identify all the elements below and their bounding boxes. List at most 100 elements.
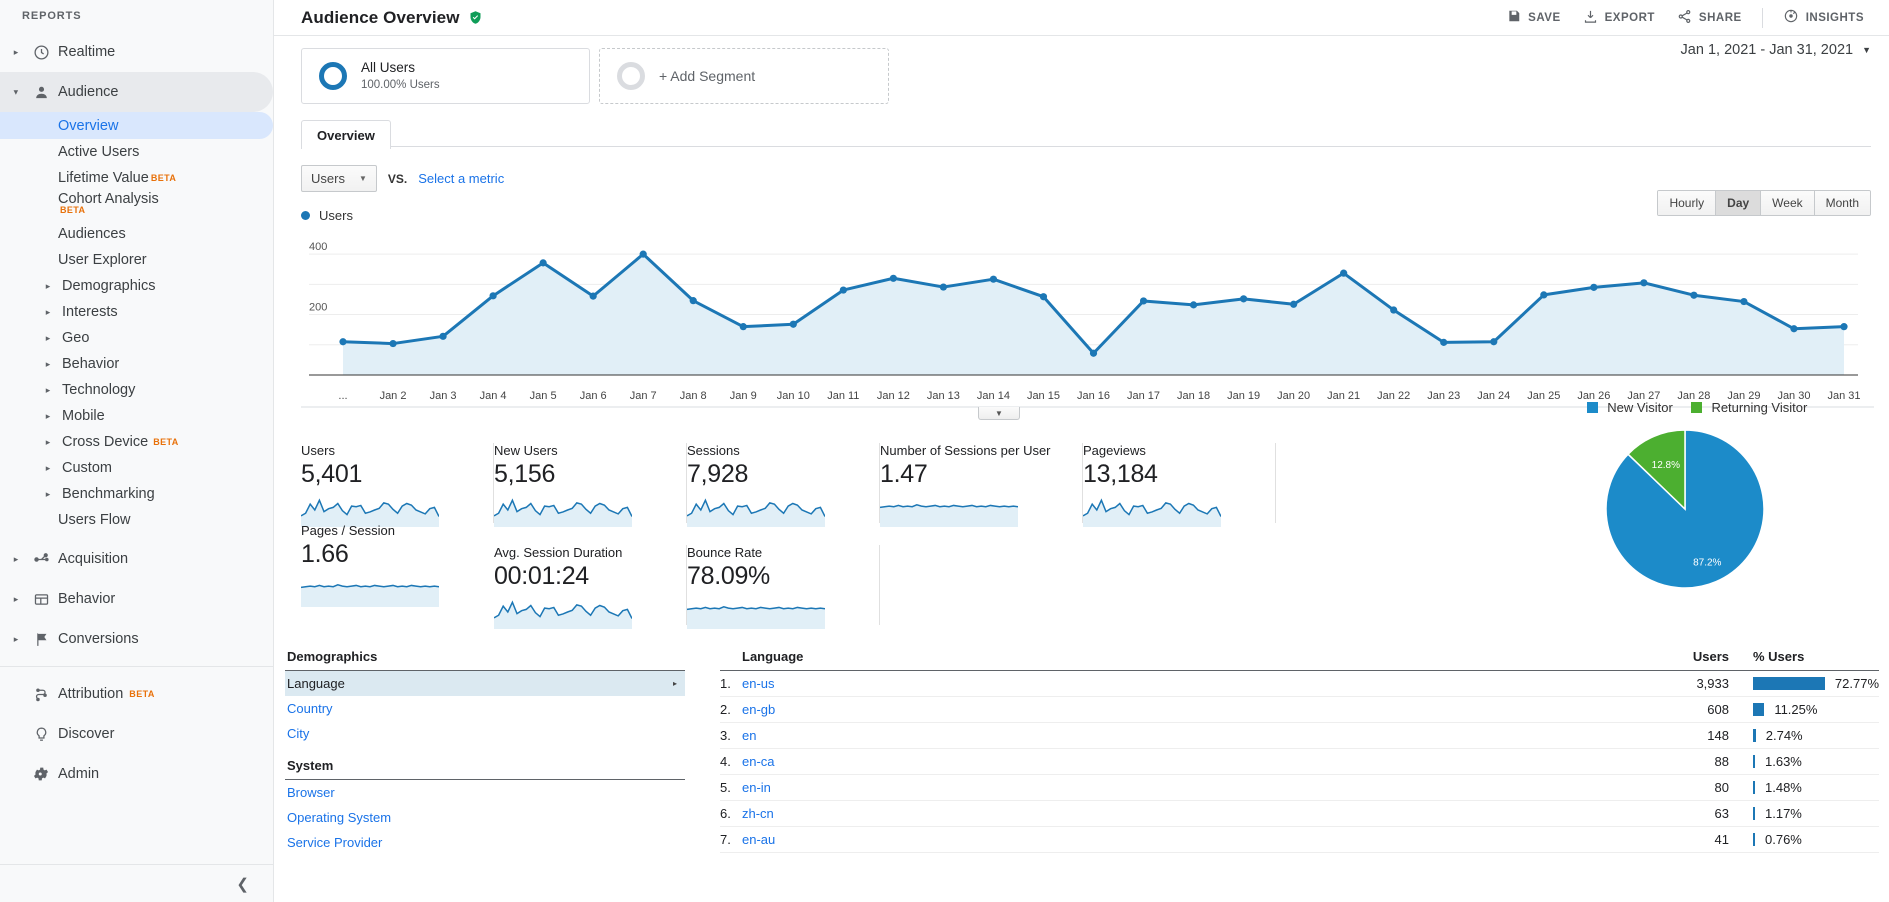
pie-legend-new-visitor[interactable]: New Visitor	[1586, 400, 1673, 415]
metric-value: 00:01:24	[494, 562, 589, 590]
sidebar-item-behavior-top[interactable]: ▸ Behavior	[0, 579, 273, 619]
sidebar-item-conversions[interactable]: ▸ Conversions	[0, 619, 273, 659]
sidebar-item-label: Users Flow	[58, 512, 131, 528]
row-language-link[interactable]: en-ca	[742, 754, 775, 769]
sidebar-item-custom[interactable]: ▸ Custom	[0, 455, 273, 481]
metric-card-users[interactable]: Users 5,401	[300, 443, 494, 527]
sidebar-item-overview[interactable]: Overview	[0, 112, 273, 139]
sidebar-item-label: Behavior	[58, 591, 116, 607]
sidebar-item-interests[interactable]: ▸ Interests	[0, 299, 273, 325]
gear-icon	[24, 765, 58, 783]
table-row[interactable]: 7. en-au 41 0.76%	[720, 827, 1879, 853]
save-icon	[1507, 9, 1521, 26]
row-language[interactable]: en-us	[742, 676, 1637, 691]
metric-card-bounce-rate[interactable]: Bounce Rate 78.09%	[686, 545, 880, 629]
chart-resize-handle[interactable]: ▼	[978, 407, 1020, 420]
sidebar-item-cross-device[interactable]: ▸ Cross Device BETA	[0, 429, 273, 455]
row-language[interactable]: en-au	[742, 832, 1637, 847]
segment-all-users[interactable]: All Users 100.00% Users	[301, 48, 590, 104]
insights-button[interactable]: INSIGHTS	[1774, 2, 1873, 33]
row-language-link[interactable]: en-in	[742, 780, 771, 795]
sidebar-item-mobile[interactable]: ▸ Mobile	[0, 403, 273, 429]
table-row[interactable]: 3. en 148 2.74%	[720, 723, 1879, 749]
sidebar: REPORTS ▸ Realtime ▸ Audience Overview A…	[0, 0, 274, 902]
share-button[interactable]: SHARE	[1668, 3, 1751, 33]
new-vs-returning-pie: New Visitor Returning Visitor 87.2% 12.8%	[1527, 400, 1867, 601]
metric-card-new-users[interactable]: New Users 5,156	[493, 443, 687, 527]
metric-label: Sessions	[687, 443, 740, 458]
row-language-link[interactable]: en-au	[742, 832, 775, 847]
bottom-panels: Demographics Language ▸ Country City Sys…	[274, 645, 1889, 855]
metric-card-pageviews[interactable]: Pageviews 13,184	[1082, 443, 1276, 527]
date-range-picker[interactable]: Jan 1, 2021 - Jan 31, 2021 ▼	[1681, 42, 1871, 58]
dimension-label: Language	[287, 676, 345, 691]
dimension-row-service-provider[interactable]: Service Provider	[285, 830, 685, 855]
sidebar-item-label: Lifetime Value	[58, 170, 149, 186]
sidebar-item-audiences[interactable]: Audiences	[0, 221, 273, 247]
sidebar-item-discover[interactable]: Discover	[0, 714, 273, 754]
sidebar-item-users-flow[interactable]: Users Flow	[0, 507, 273, 533]
language-table: Language Users % Users 1. en-us 3,933 72…	[720, 645, 1879, 855]
table-row[interactable]: 1. en-us 3,933 72.77%	[720, 671, 1879, 697]
metric-card-pages-per-session[interactable]: Pages / Session 1.66	[300, 523, 494, 625]
add-segment-button[interactable]: + Add Segment	[599, 48, 889, 104]
row-language-link[interactable]: en-gb	[742, 702, 775, 717]
users-chart: Users 200 400 ... Jan 2 Jan 3 Jan 4 Jan 5 Jan …	[301, 208, 1889, 420]
sidebar-item-active-users[interactable]: Active Users	[0, 139, 273, 165]
chevron-right-icon: ▸	[13, 593, 19, 604]
row-users: 63	[1714, 806, 1729, 821]
row-language-link[interactable]: en-us	[742, 676, 775, 691]
sidebar-collapse-button[interactable]: ❮	[0, 864, 273, 902]
sidebar-item-realtime[interactable]: ▸ Realtime	[0, 32, 273, 72]
sidebar-item-admin[interactable]: Admin	[0, 754, 273, 794]
sidebar-item-technology[interactable]: ▸ Technology	[0, 377, 273, 403]
chevron-right-icon: ▸	[13, 633, 19, 644]
sidebar-item-audience[interactable]: ▸ Audience	[0, 72, 273, 112]
table-row[interactable]: 2. en-gb 608 11.25%	[720, 697, 1879, 723]
dimension-row-country[interactable]: Country	[285, 696, 685, 721]
metric-card-sessions[interactable]: Sessions 7,928	[686, 443, 880, 527]
beta-badge: BETA	[150, 173, 177, 183]
sidebar-item-attribution[interactable]: Attribution BETA	[0, 674, 273, 714]
sidebar-item-user-explorer[interactable]: User Explorer	[0, 247, 273, 273]
save-button[interactable]: SAVE	[1498, 3, 1569, 32]
row-language[interactable]: zh-cn	[742, 806, 1637, 821]
segment-name: All Users	[361, 59, 416, 75]
select-a-metric-link[interactable]: Select a metric	[418, 171, 504, 186]
sparkline-pageviews	[1082, 493, 1257, 532]
row-users: 608	[1707, 702, 1729, 717]
dimension-row-browser[interactable]: Browser	[285, 780, 685, 805]
row-language[interactable]: en-ca	[742, 754, 1637, 769]
sidebar-item-lifetime-value[interactable]: Lifetime Value BETA	[0, 165, 273, 191]
chart-canvas[interactable]: 200 400 ... Jan 2 Jan 3 Jan 4 Jan 5 Jan 6 Jan 7…	[301, 231, 1889, 420]
sidebar-item-benchmarking[interactable]: ▸ Benchmarking	[0, 481, 273, 507]
dimension-row-language[interactable]: Language ▸	[285, 671, 685, 696]
person-icon	[24, 84, 58, 101]
sidebar-item-label: Admin	[58, 766, 100, 782]
pie-legend-returning-visitor[interactable]: Returning Visitor	[1690, 400, 1807, 415]
sidebar-item-cohort-analysis[interactable]: Cohort Analysis BETA	[0, 191, 273, 221]
row-language[interactable]: en	[742, 728, 1637, 743]
dimension-row-city[interactable]: City	[285, 721, 685, 746]
sidebar-item-demographics[interactable]: ▸ Demographics	[0, 273, 273, 299]
table-row[interactable]: 6. zh-cn 63 1.17%	[720, 801, 1879, 827]
sidebar-item-geo[interactable]: ▸ Geo	[0, 325, 273, 351]
sidebar-item-behavior[interactable]: ▸ Behavior	[0, 351, 273, 377]
row-language[interactable]: en-gb	[742, 702, 1637, 717]
dimension-row-operating-system[interactable]: Operating System	[285, 805, 685, 830]
sidebar-item-acquisition[interactable]: ▸ Acquisition	[0, 539, 273, 579]
sidebar-item-label: Demographics	[62, 278, 156, 294]
row-language-link[interactable]: zh-cn	[742, 806, 774, 821]
table-row[interactable]: 4. en-ca 88 1.63%	[720, 749, 1879, 775]
table-row[interactable]: 5. en-in 80 1.48%	[720, 775, 1879, 801]
export-button[interactable]: EXPORT	[1574, 3, 1664, 33]
metric-card-avg-session-duration[interactable]: Avg. Session Duration 00:01:24	[493, 545, 687, 629]
metric-select[interactable]: Users ▼	[301, 165, 377, 192]
metric-card-sessions-per-user[interactable]: Number of Sessions per User 1.47	[879, 443, 1083, 527]
sidebar-item-label: User Explorer	[58, 252, 147, 268]
pie-svg[interactable]: 87.2% 12.8%	[1527, 421, 1867, 596]
row-language-link[interactable]: en	[742, 728, 756, 743]
row-language[interactable]: en-in	[742, 780, 1637, 795]
tab-overview[interactable]: Overview	[301, 120, 391, 149]
beta-badge: BETA	[153, 437, 179, 447]
